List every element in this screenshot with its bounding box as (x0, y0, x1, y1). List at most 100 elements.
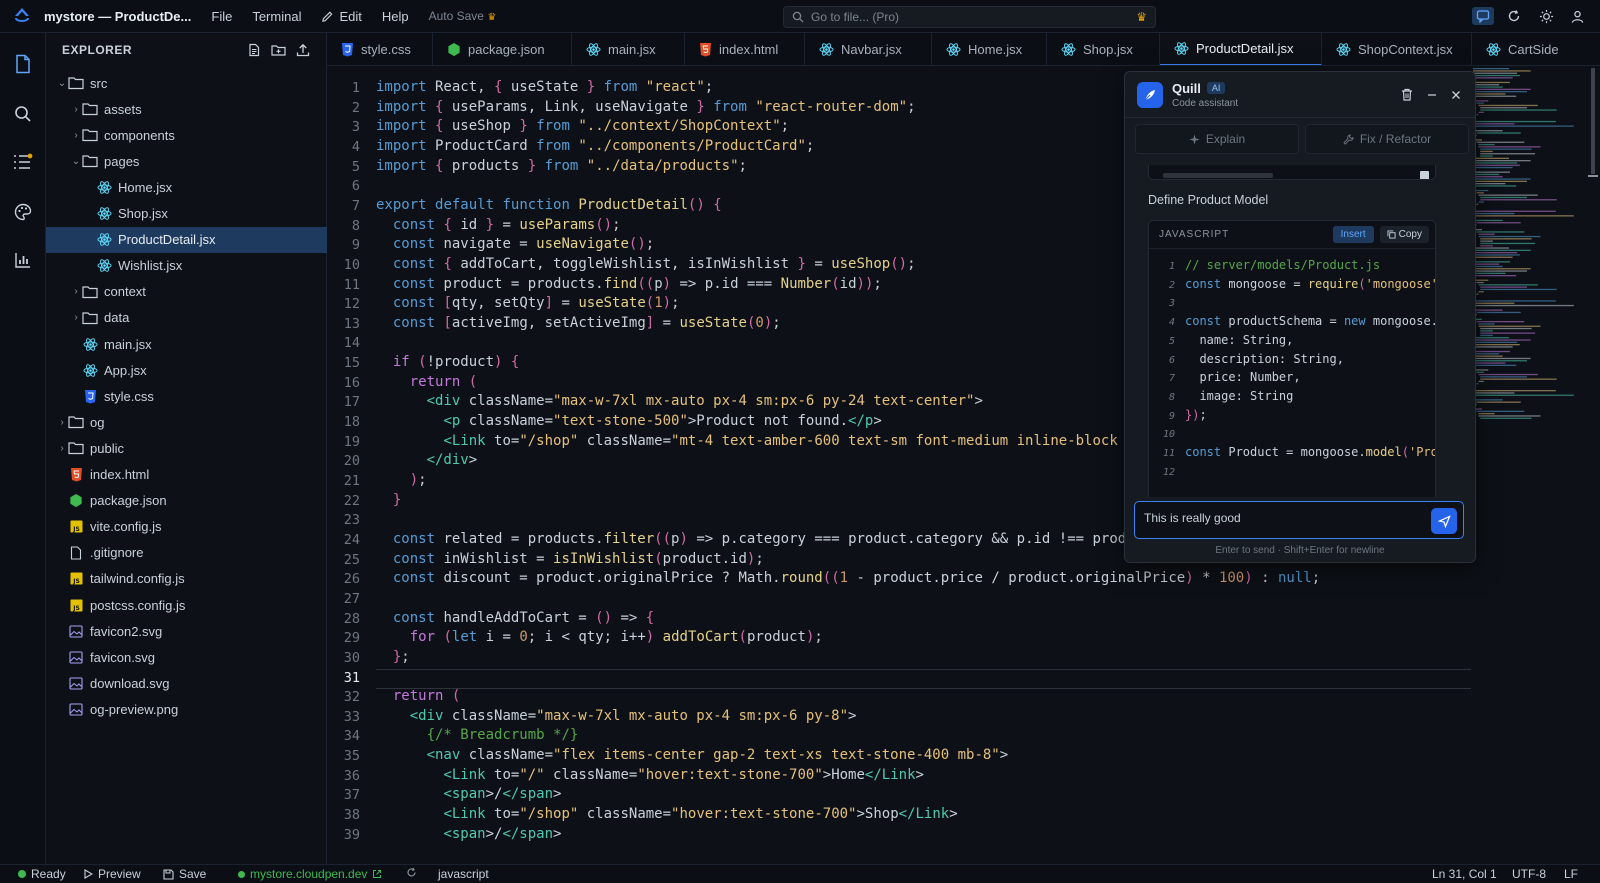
new-folder-icon[interactable] (271, 43, 286, 57)
code-line[interactable]: } (376, 492, 401, 508)
tree-item[interactable]: Wishlist.jsx (46, 253, 327, 279)
code-line[interactable]: const discount = product.originalPrice ?… (376, 570, 1320, 586)
tree-item[interactable]: JS postcss.config.js (46, 592, 327, 618)
code-line[interactable]: }; (376, 649, 410, 665)
editor-scrollbar[interactable] (1588, 68, 1598, 858)
code-line[interactable]: </div> (376, 452, 478, 468)
code-line[interactable]: <Link to="/shop" className="hover:text-s… (376, 806, 957, 822)
code-line[interactable]: return ( (376, 688, 460, 704)
editor-tab[interactable]: style.css (327, 33, 433, 65)
editor-tab[interactable]: CartSide (1472, 33, 1600, 65)
copy-button[interactable]: Copy (1379, 226, 1429, 243)
tree-item[interactable]: › assets (46, 96, 327, 122)
tree-item[interactable]: ⌄ src (46, 70, 327, 96)
code-line[interactable]: <span>/</span> (376, 786, 561, 802)
code-line[interactable]: ); (376, 472, 427, 488)
chevron-right-icon[interactable]: › (56, 417, 68, 428)
code-line[interactable]: import { useParams, Link, useNavigate } … (376, 99, 916, 115)
tree-item[interactable]: og-preview.png (46, 696, 327, 722)
code-line[interactable]: <span>/</span> (376, 826, 561, 842)
refresh-icon[interactable] (1505, 7, 1523, 25)
code-line[interactable]: for (let i = 0; i < qty; i++) addToCart(… (376, 629, 823, 645)
tree-item[interactable]: .gitignore (46, 540, 327, 566)
chevron-right-icon[interactable]: › (70, 104, 82, 115)
tree-item[interactable]: › data (46, 305, 327, 331)
scrollbar-thumb[interactable] (1591, 68, 1595, 174)
code-line[interactable]: return ( (376, 374, 477, 390)
code-line[interactable]: <Link to="/shop" className="mt-4 text-am… (376, 433, 1159, 449)
editor-tab[interactable]: Shop.jsx (1047, 33, 1160, 65)
upload-icon[interactable] (296, 43, 310, 57)
file-encoding[interactable]: UTF-8 (1512, 867, 1546, 881)
theme-sun-icon[interactable] (1537, 7, 1555, 25)
menu-terminal[interactable]: Terminal (252, 9, 301, 24)
menu-edit[interactable]: Edit (321, 9, 362, 24)
close-icon[interactable] (1451, 90, 1461, 100)
trash-icon[interactable] (1401, 88, 1413, 101)
insert-button[interactable]: Insert (1332, 226, 1374, 243)
chevron-right-icon[interactable]: › (70, 286, 82, 297)
editor-tab[interactable]: main.jsx (572, 33, 685, 65)
minimap[interactable] (1473, 68, 1583, 428)
explorer-files-icon[interactable] (12, 53, 34, 75)
code-line[interactable]: import { useShop } from "../context/Shop… (376, 118, 789, 134)
ai-chat-toggle-icon[interactable] (1472, 7, 1494, 25)
code-line[interactable]: import ProductCard from "../components/P… (376, 138, 814, 154)
menu-help[interactable]: Help (382, 9, 409, 24)
code-line[interactable]: export default function ProductDetail() … (376, 197, 722, 213)
minimize-icon[interactable] (1427, 90, 1437, 100)
code-line[interactable]: import React, { useState } from "react"; (376, 79, 713, 95)
tree-item[interactable]: App.jsx (46, 357, 327, 383)
tree-item[interactable]: › context (46, 279, 327, 305)
code-line[interactable]: const { id } = useParams(); (376, 217, 621, 233)
horizontal-scrollbar[interactable] (1163, 173, 1273, 178)
explain-button[interactable]: Explain (1135, 124, 1299, 154)
editor-tab[interactable]: Navbar.jsx (805, 33, 932, 65)
preview-button[interactable]: Preview (84, 867, 141, 881)
editor-tab[interactable]: Home.jsx (932, 33, 1047, 65)
chevron-down-icon[interactable]: ⌄ (56, 78, 68, 89)
code-line[interactable]: const related = products.filter((p) => p… (376, 531, 1152, 547)
sync-icon[interactable] (406, 867, 417, 878)
tree-item[interactable]: package.json (46, 488, 327, 514)
tree-item[interactable]: ⌄ pages (46, 148, 327, 174)
tree-item[interactable]: › public (46, 435, 327, 461)
code-line[interactable]: if (!product) { (376, 354, 519, 370)
search-icon[interactable] (12, 103, 34, 125)
tree-item[interactable]: Shop.jsx (46, 201, 327, 227)
save-button[interactable]: Save (163, 867, 206, 881)
code-line[interactable]: <div className="max-w-7xl mx-auto px-4 s… (376, 393, 983, 409)
quill-chat-input[interactable] (1134, 501, 1464, 539)
chat-input-field[interactable] (1144, 511, 1414, 525)
code-line[interactable]: <p className="text-stone-500">Product no… (376, 413, 881, 429)
chevron-down-icon[interactable]: ⌄ (70, 156, 82, 167)
tree-item[interactable]: favicon2.svg (46, 618, 327, 644)
code-line[interactable]: const inWishlist = isInWishlist(product.… (376, 551, 764, 567)
tree-item[interactable]: index.html (46, 462, 327, 488)
go-to-file-search[interactable]: Go to file... (Pro) ♛ (783, 6, 1156, 28)
tree-item[interactable]: JS tailwind.config.js (46, 566, 327, 592)
code-line[interactable]: const navigate = useNavigate(); (376, 236, 654, 252)
app-logo-icon[interactable] (12, 6, 32, 26)
line-ending[interactable]: LF (1564, 867, 1578, 881)
code-line[interactable]: const handleAddToCart = () => { (376, 610, 654, 626)
code-line[interactable]: const [activeImg, setActiveImg] = useSta… (376, 315, 781, 331)
tree-item[interactable]: Home.jsx (46, 174, 327, 200)
menu-file[interactable]: File (211, 9, 232, 24)
tree-item[interactable]: style.css (46, 383, 327, 409)
tree-item[interactable]: main.jsx (46, 331, 327, 357)
tree-item[interactable]: favicon.svg (46, 644, 327, 670)
code-line[interactable]: const [qty, setQty] = useState(1); (376, 295, 680, 311)
code-line[interactable]: import { products } from "../data/produc… (376, 158, 747, 174)
autosave-toggle[interactable]: Auto Save ♛ (429, 9, 497, 23)
deploy-domain-link[interactable]: mystore.cloudpen.dev (238, 867, 382, 881)
language-mode[interactable]: javascript (438, 867, 489, 881)
tree-item[interactable]: ProductDetail.jsx (46, 226, 327, 253)
chevron-right-icon[interactable]: › (70, 312, 82, 323)
account-icon[interactable] (1568, 7, 1586, 25)
quill-messages[interactable]: Define Product Model JAVASCRIPT Insert C… (1124, 165, 1454, 497)
cursor-position[interactable]: Ln 31, Col 1 (1432, 867, 1497, 881)
palette-icon[interactable] (12, 201, 34, 223)
code-line[interactable]: const product = products.find((p) => p.i… (376, 276, 882, 292)
editor-tab[interactable]: index.html (685, 33, 805, 65)
